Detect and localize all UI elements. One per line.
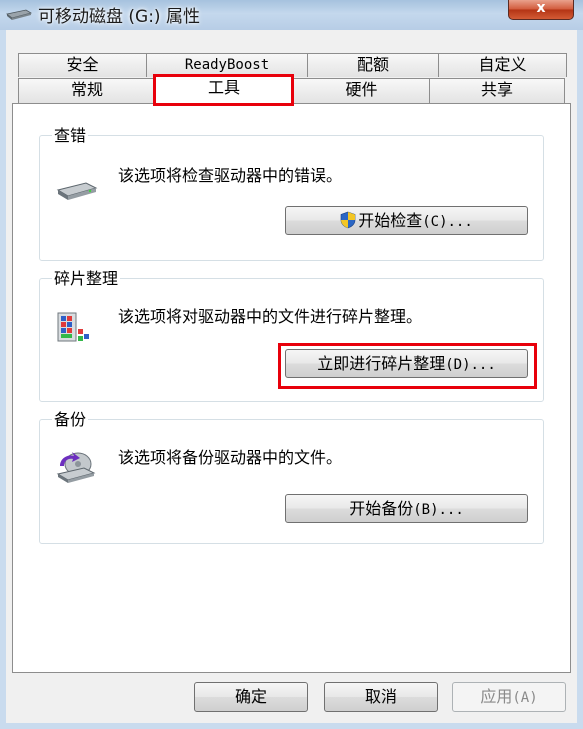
error-check-title: 查错 [52,122,89,146]
ok-label: 确定 [234,687,267,706]
backup-title: 备份 [52,406,89,430]
defrag-icon [57,312,89,342]
start-backup-label: 开始备份 [349,499,414,518]
start-backup-shortcut: (B)... [413,502,464,518]
tools-page: 查错 该选项将检查驱动器中的错误。 开始检查(C)... 碎片整理 该选项将对驱… [12,103,571,673]
tab-general[interactable]: 常规 [18,78,156,103]
defrag-now-button[interactable]: 立即进行碎片整理(D)... [285,349,528,378]
apply-button[interactable]: 应用(A) [452,682,566,712]
cancel-label: 取消 [364,687,397,706]
close-button[interactable]: x [508,0,574,20]
tab-customize[interactable]: 自定义 [438,53,567,77]
apply-label: 应用 [480,687,513,706]
start-check-button[interactable]: 开始检查(C)... [285,206,528,235]
backup-description: 该选项将备份驱动器中的文件。 [118,448,343,467]
ok-button[interactable]: 确定 [194,682,308,712]
drive-icon [56,182,98,200]
start-check-shortcut: (C)... [422,214,473,230]
close-icon: x [536,0,546,16]
defrag-description: 该选项将对驱动器中的文件进行碎片整理。 [118,307,423,326]
cancel-button[interactable]: 取消 [324,682,438,712]
tab-quota[interactable]: 配额 [307,53,439,77]
start-backup-button[interactable]: 开始备份(B)... [285,494,528,523]
window-title: 可移动磁盘 (G:) 属性 [38,7,200,27]
dialog-body: 安全 ReadyBoost 配额 自定义 常规 工具 硬件 共享 查错 该选项将… [6,30,577,723]
defrag-now-shortcut: (D)... [445,357,496,373]
drive-icon [6,9,32,20]
title-bar: 可移动磁盘 (G:) 属性 x [0,0,583,30]
tab-security[interactable]: 安全 [18,53,147,77]
error-check-description: 该选项将检查驱动器中的错误。 [118,166,343,185]
defrag-now-label: 立即进行碎片整理 [317,354,446,373]
error-check-group: 查错 该选项将检查驱动器中的错误。 开始检查(C)... [39,122,544,261]
uac-shield-icon [340,211,356,229]
tab-sharing[interactable]: 共享 [429,78,565,103]
start-check-label: 开始检查 [358,211,423,230]
defrag-title: 碎片整理 [52,265,121,289]
tab-tools[interactable]: 工具 [154,74,294,104]
apply-shortcut: (A) [512,690,538,706]
defrag-group: 碎片整理 该选项将对驱动器中的文件进行碎片整理。 立即进行碎片整理(D)... [39,265,544,402]
tab-hardware[interactable]: 硬件 [293,78,430,103]
backup-icon [56,452,96,483]
backup-group: 备份 该选项将备份驱动器中的文件。 开始备份(B)... [39,406,544,544]
